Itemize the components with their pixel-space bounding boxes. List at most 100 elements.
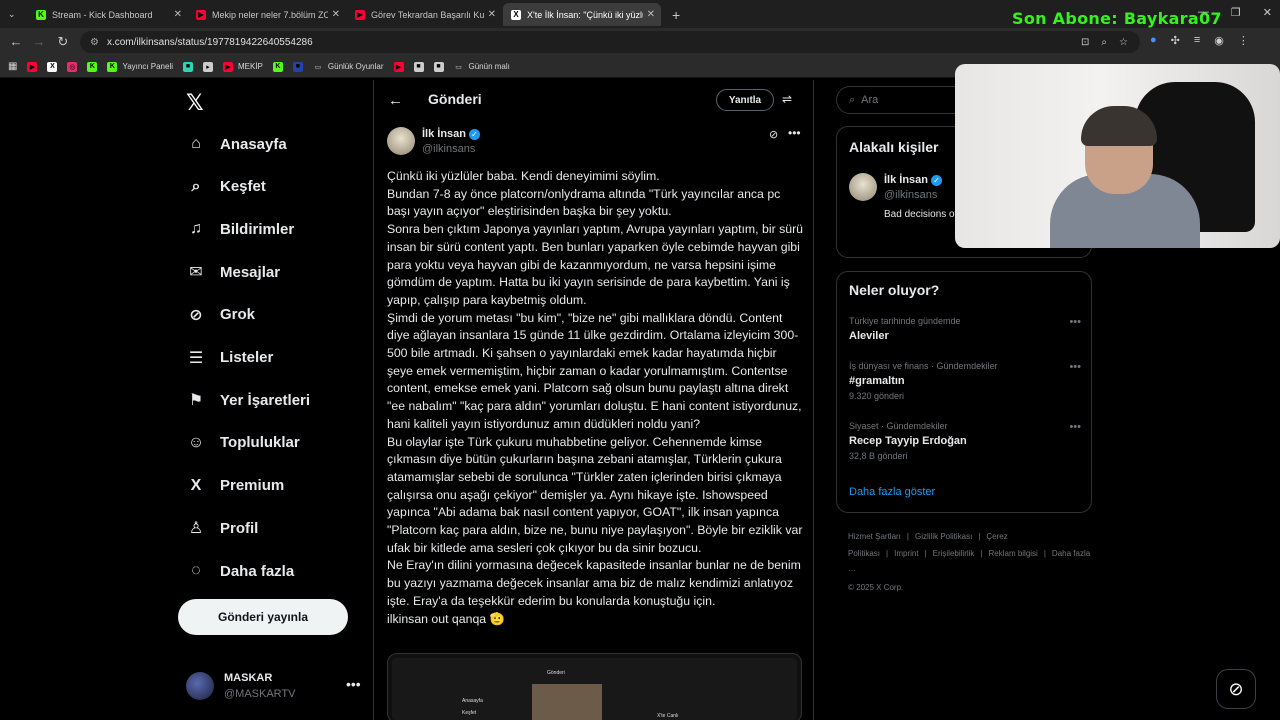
bookmark-item[interactable]: K Yayıncı Paneli (107, 61, 173, 72)
show-more-link[interactable]: Daha fazla göster (849, 486, 935, 498)
apps-grid-icon[interactable]: ▦ (8, 61, 17, 72)
address-bar[interactable]: ⚙ x.com/ilkinsans/status/197781942264055… (80, 31, 1140, 53)
folder-icon: ▭ (314, 63, 322, 71)
nav-item-people[interactable]: ☺ Topluluklar (186, 427, 300, 459)
star-icon[interactable]: ☆ (1119, 37, 1128, 48)
nav-item-mail[interactable]: ✉ Mesajlar (186, 256, 280, 288)
bookmark-item[interactable]: ▶ (27, 61, 38, 72)
search-placeholder: Ara (861, 94, 879, 106)
avatar (186, 672, 214, 700)
more-options-icon[interactable]: ••• (788, 126, 801, 140)
nav-item-more[interactable]: ◌ Daha fazla (186, 555, 294, 587)
reload-icon[interactable]: ↻ (51, 34, 75, 50)
nav-item-home[interactable]: ⌂ Anasayfa (186, 128, 287, 160)
nav-item-list[interactable]: ☰ Listeler (186, 342, 274, 374)
related-name[interactable]: İlk İnsan ✓ (884, 174, 943, 186)
trend-item[interactable]: Türkiye tarihinde gündemde Aleviler ••• (849, 316, 1081, 342)
forward-icon[interactable]: → (27, 34, 51, 49)
bookmark-item[interactable]: X (47, 61, 58, 72)
footer-separator: | (924, 549, 927, 558)
extension-icon[interactable]: ● (1150, 34, 1157, 47)
bookmark-item[interactable]: ■ (183, 61, 193, 72)
post-column: ← Gönderi Yanıtla ⇌ İlk İnsan ✓ @ilkinsan… (373, 80, 814, 720)
install-app-icon[interactable]: ⊡ (1081, 37, 1089, 48)
footer-separator: | (1043, 549, 1046, 558)
bookmark-item[interactable]: K (87, 61, 98, 72)
more-options-icon[interactable]: ••• (1069, 316, 1081, 328)
post-paragraph: Ne Eray'ın dilini yormasına değecek kapa… (387, 558, 801, 608)
menu-icon[interactable]: ⋮ (1238, 34, 1249, 47)
post-paragraph: Çünkü iki yüzlüler baba. Kendi deneyimim… (387, 169, 660, 183)
zoom-icon[interactable]: ⌕ (1101, 37, 1107, 48)
close-tab-icon[interactable]: ✕ (332, 9, 340, 20)
x-icon: X (190, 476, 202, 494)
profile-avatar-icon[interactable]: ◉ (1214, 34, 1224, 47)
more-options-icon[interactable]: ••• (346, 676, 361, 692)
verified-badge-icon: ✓ (469, 128, 481, 140)
bookmark-item[interactable]: ■ (413, 61, 424, 72)
close-tab-icon[interactable]: ✕ (647, 9, 655, 20)
trend-item[interactable]: Siyaset · Gündemdekiler Recep Tayyip Erdo… (849, 421, 1081, 461)
footer-link[interactable]: Imprint (894, 549, 918, 558)
related-handle[interactable]: @ilkinsans (884, 189, 937, 201)
nav-item-bookmark[interactable]: ⚑ Yer İşaretleri (186, 384, 310, 416)
bookmark-item[interactable]: ▶ (393, 61, 404, 72)
post-button[interactable]: Gönderi yayınla (178, 599, 348, 635)
trend-item[interactable]: İş dünyası ve finans · Gündemdekiler #gra… (849, 361, 1081, 401)
trend-count: 32,8 B gönderi (849, 451, 908, 461)
puzzle-icon[interactable]: ✣ (1171, 34, 1180, 47)
browser-tab[interactable]: ▶ Görev Tekrardan Başarılı Kumta ✕ (347, 3, 502, 26)
bookmark-item[interactable]: ▸ (203, 61, 213, 72)
bookmark-item[interactable]: ▭ Günlük Oyunlar (313, 62, 384, 72)
restore-icon[interactable]: ❐ (1231, 6, 1241, 19)
nav-item-bell[interactable]: ♫ Bildirimler (186, 213, 294, 245)
grok-icon[interactable]: ⊘ (769, 128, 778, 141)
close-tab-icon[interactable]: ✕ (488, 9, 496, 20)
footer-link[interactable]: Reklam bilgisi (988, 549, 1037, 558)
youtube-icon: ▶ (393, 61, 404, 72)
close-icon[interactable]: ✕ (1263, 6, 1272, 19)
footer-link[interactable]: Gizlilik Politikası (915, 532, 972, 541)
settings-sliders-icon[interactable]: ⇌ (782, 92, 792, 106)
avatar[interactable] (387, 127, 415, 155)
author-handle[interactable]: @ilkinsans (422, 143, 475, 155)
back-arrow-icon[interactable]: ← (388, 92, 403, 109)
browser-tab[interactable]: ▶ Mekip neler neler 7.bölüm ZOR ✕ (188, 3, 346, 26)
browser-tab[interactable]: X X'te İlk İnsan: "Çünkü iki yüzlül ✕ (503, 3, 661, 26)
browser-tab[interactable]: K Stream - Kick Dashboard ✕ (28, 3, 188, 26)
reply-button[interactable]: Yanıtla (716, 89, 774, 111)
footer-link[interactable]: Erişilebilirlik (933, 549, 975, 558)
nav-item-x[interactable]: X Premium (186, 470, 285, 502)
footer-link[interactable]: Hizmet Şartları (848, 532, 901, 541)
media-icon[interactable]: ≡ (1194, 34, 1200, 47)
x-logo-icon[interactable]: 𝕏 (186, 90, 204, 116)
author-name[interactable]: İlk İnsan ✓ (422, 128, 481, 140)
more-options-icon[interactable]: ••• (1069, 421, 1081, 433)
account-switcher[interactable]: MASKAR @MASKARTV ••• (186, 670, 366, 704)
nav-item-profile[interactable]: ♙ Profil (186, 512, 259, 544)
grok-floating-button[interactable]: ⊘ (1216, 669, 1256, 709)
window-controls: — ❐ ✕ (1198, 6, 1272, 19)
site-info-icon[interactable]: ⚙ (90, 37, 99, 48)
trend-category: Türkiye tarihinde gündemde (849, 316, 961, 326)
bookmark-item[interactable]: ◎ (67, 61, 78, 72)
bookmark-item[interactable]: ▭ Günün malı (454, 62, 510, 72)
minimize-icon[interactable]: — (1198, 6, 1209, 19)
avatar[interactable] (849, 173, 877, 201)
tab-search-button[interactable]: ⌄ (0, 3, 28, 26)
back-icon[interactable]: ← (4, 34, 28, 49)
close-tab-icon[interactable]: ✕ (174, 9, 182, 20)
new-tab-button[interactable]: + (664, 3, 684, 26)
nav-item-grok[interactable]: ⊘ Grok (186, 299, 255, 331)
bookmark-item[interactable]: ■ (433, 61, 444, 72)
bookmark-item[interactable]: ▶ MEKİP (223, 61, 263, 72)
search-icon: ⌕ (191, 177, 201, 195)
bookmark-item[interactable]: ■ (292, 61, 303, 72)
post-media[interactable]: Anasayfa Keşfet Gönderi X'te Canlı (387, 653, 802, 720)
post-paragraph: Sonra ben çıktım Japonya yayınları yaptı… (387, 222, 804, 307)
folder-icon: ▭ (455, 63, 462, 71)
app-icon: ■ (292, 61, 303, 72)
more-options-icon[interactable]: ••• (1069, 361, 1081, 373)
nav-item-search[interactable]: ⌕ Keşfet (186, 171, 266, 203)
bookmark-item[interactable]: K (272, 61, 283, 72)
